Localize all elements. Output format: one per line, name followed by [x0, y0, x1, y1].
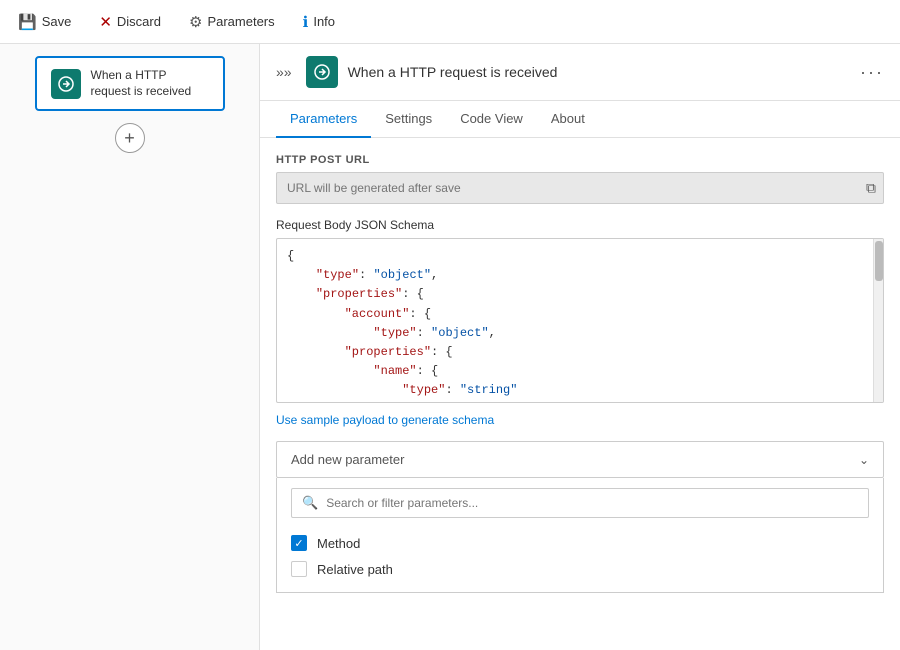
action-card-label: When a HTTP request is received	[91, 68, 209, 99]
parameters-icon: ⚙	[189, 13, 202, 31]
param-option-method[interactable]: Method	[291, 530, 869, 556]
main-layout: When a HTTP request is received + »» Whe…	[0, 44, 900, 650]
action-card-icon	[51, 69, 81, 99]
sample-payload-link[interactable]: Use sample payload to generate schema	[276, 413, 884, 427]
chevron-down-icon: ⌄	[859, 453, 869, 467]
action-card[interactable]: When a HTTP request is received	[35, 56, 225, 111]
info-button[interactable]: ℹ Info	[297, 9, 341, 35]
expand-icon[interactable]: »»	[276, 64, 292, 80]
param-dropdown-panel: 🔍 Method Relative path	[276, 478, 884, 593]
search-box: 🔍	[291, 488, 869, 518]
code-line: "properties": {	[287, 285, 873, 304]
tab-parameters[interactable]: Parameters	[276, 101, 371, 138]
code-scrollbar[interactable]	[873, 239, 883, 402]
save-icon: 💾	[18, 13, 37, 31]
search-icon: 🔍	[302, 495, 318, 511]
request-body-label: Request Body JSON Schema	[276, 218, 884, 232]
url-input-wrapper: ⧉	[276, 172, 884, 204]
code-line: "type": "object",	[287, 266, 873, 285]
code-scroll[interactable]: { "type": "object", "properties": { "acc…	[277, 239, 883, 402]
url-input[interactable]	[276, 172, 884, 204]
method-checkbox[interactable]	[291, 535, 307, 551]
tab-content-parameters: HTTP POST URL ⧉ Request Body JSON Schema…	[260, 138, 900, 609]
rp-action-icon	[306, 56, 338, 88]
discard-icon: ✕	[99, 13, 112, 31]
right-panel: »» When a HTTP request is received ··· P…	[260, 44, 900, 650]
method-label: Method	[317, 536, 360, 551]
discard-button[interactable]: ✕ Discard	[93, 9, 167, 35]
copy-icon[interactable]: ⧉	[866, 180, 876, 197]
code-line: },	[287, 401, 873, 403]
add-step-button[interactable]: +	[115, 123, 145, 153]
left-panel: When a HTTP request is received +	[0, 44, 260, 650]
relative-path-checkbox[interactable]	[291, 561, 307, 577]
toolbar: 💾 Save ✕ Discard ⚙ Parameters ℹ Info	[0, 0, 900, 44]
save-button[interactable]: 💾 Save	[12, 9, 77, 35]
code-line: "type": "object",	[287, 324, 873, 343]
rp-title: When a HTTP request is received	[348, 64, 850, 80]
code-editor: { "type": "object", "properties": { "acc…	[276, 238, 884, 403]
info-icon: ℹ	[303, 13, 309, 31]
http-post-url-label: HTTP POST URL	[276, 154, 884, 166]
code-line: "name": {	[287, 362, 873, 381]
scrollbar-thumb	[875, 241, 883, 281]
tab-about[interactable]: About	[537, 101, 599, 138]
code-line: "properties": {	[287, 343, 873, 362]
param-option-relative-path[interactable]: Relative path	[291, 556, 869, 582]
more-button[interactable]: ···	[860, 63, 884, 81]
parameters-button[interactable]: ⚙ Parameters	[183, 9, 281, 35]
rp-header: »» When a HTTP request is received ···	[260, 44, 900, 101]
add-new-param-dropdown[interactable]: Add new parameter ⌄	[276, 441, 884, 478]
tabs: Parameters Settings Code View About	[260, 101, 900, 138]
code-line: "account": {	[287, 305, 873, 324]
relative-path-label: Relative path	[317, 562, 393, 577]
tab-code-view[interactable]: Code View	[446, 101, 537, 138]
search-input[interactable]	[326, 496, 858, 510]
code-line: {	[287, 247, 873, 266]
code-line: "type": "string"	[287, 381, 873, 400]
tab-settings[interactable]: Settings	[371, 101, 446, 138]
